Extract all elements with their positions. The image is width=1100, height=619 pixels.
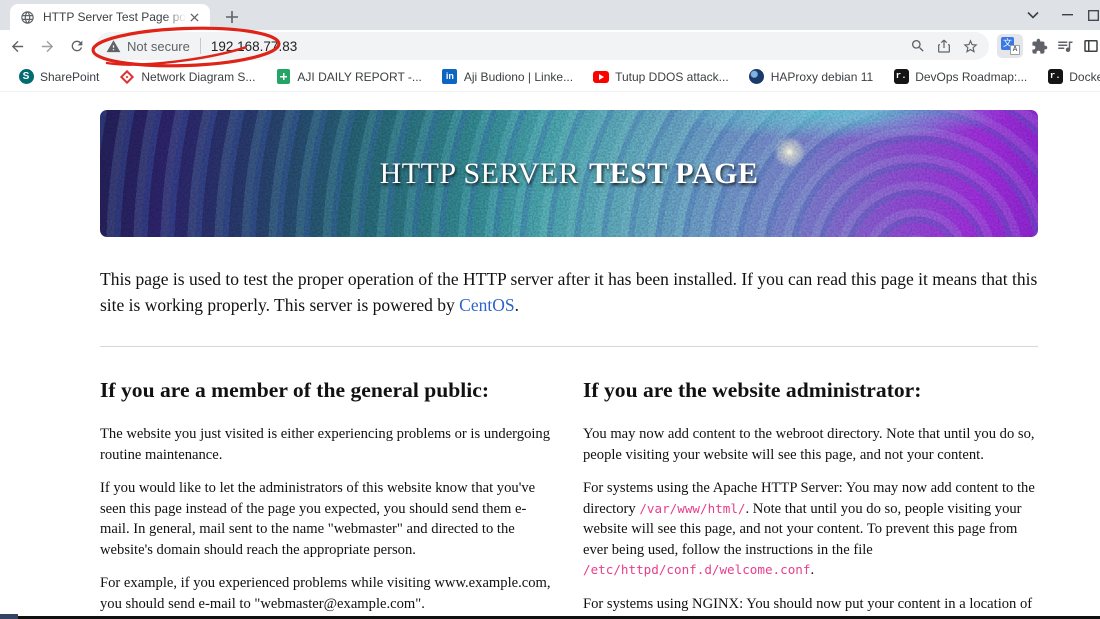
right-column-heading: If you are the website administrator: [583,378,922,402]
bookmarks-bar: S SharePoint Network Diagram S... AJI DA… [0,62,1100,92]
new-tab-button[interactable] [222,7,242,27]
page-content: HTTP SERVER TEST PAGE This page is used … [0,92,1100,616]
tab-title: HTTP Server Test Page powered [43,10,186,24]
banner-title: HTTP SERVER TEST PAGE [379,156,759,190]
active-tab[interactable]: HTTP Server Test Page powered [10,4,210,30]
roadmap-icon: r. [1047,69,1063,85]
extensions-area: 文 A [997,34,1100,58]
tab-close-icon[interactable] [186,9,202,25]
omnibox-divider [199,38,201,54]
general-public-column: If you are a member of the general publi… [100,377,555,616]
left-paragraph-1: The website you just visited is either e… [100,426,551,463]
site-security-chip[interactable]: Not secure [106,39,190,54]
code-path-welcome-conf: /etc/httpd/conf.d/welcome.conf [583,562,811,577]
roadmap-icon: r. [893,69,909,85]
administrator-column: If you are the website administrator: Yo… [583,377,1038,616]
browser-window: HTTP Server Test Page powered [0,0,1100,619]
forward-button[interactable] [34,33,60,59]
url-text: 192.168.77.83 [210,38,298,54]
diagram-icon [119,69,135,85]
minimize-button[interactable] [1050,0,1084,30]
bookmark-sharepoint[interactable]: S SharePoint [10,66,107,88]
intro-paragraph: This page is used to test the proper ope… [100,269,1038,315]
taskbar-edge-fragment [0,614,18,619]
left-paragraph-2: If you would like to let the administrat… [100,480,536,558]
bookmark-star-icon[interactable] [962,38,979,55]
bookmark-linkedin[interactable]: in Aji Budiono | Linke... [434,66,581,88]
google-translate-icon[interactable]: 文 A [997,34,1023,58]
right-paragraph-apache: For systems using the Apache HTTP Server… [583,480,1035,578]
address-bar[interactable]: Not secure 192.168.77.83 [96,32,989,60]
tab-strip: HTTP Server Test Page powered [0,0,1100,30]
side-search-icon[interactable] [910,38,926,54]
bookmark-devops-roadmap[interactable]: r. DevOps Roadmap:... [885,66,1035,88]
bookmark-network-diagram[interactable]: Network Diagram S... [111,66,263,88]
sheets-icon [275,69,291,85]
media-queue-icon[interactable] [1056,37,1074,55]
code-path-var-www: /var/www/html/ [639,500,746,516]
bookmark-youtube[interactable]: Tutup DDOS attack... [585,66,737,88]
left-paragraph-3: For example, if you experienced problems… [100,575,551,612]
bookmark-daily-report[interactable]: AJI DAILY REPORT -... [267,66,429,88]
divider [100,346,1038,347]
maximize-button[interactable] [1084,0,1100,30]
tab-search-chevron-icon[interactable] [1016,0,1050,30]
globe-favicon-icon [20,10,35,25]
sharepoint-icon: S [18,69,34,85]
test-page-banner: HTTP SERVER TEST PAGE [100,110,1038,237]
back-button[interactable] [4,33,30,59]
security-chip-label: Not secure [127,38,190,54]
right-paragraph-nginx: For systems using NGINX: You should now … [583,595,1033,612]
side-panel-icon[interactable] [1082,37,1100,55]
reload-button[interactable] [64,33,90,59]
left-column-heading: If you are a member of the general publi… [100,378,490,402]
linkedin-icon: in [442,69,458,85]
bookmark-haproxy[interactable]: HAProxy debian 11 [741,66,882,88]
extensions-puzzle-icon[interactable] [1031,38,1048,55]
centos-link[interactable]: CentOS [459,295,514,315]
window-controls [1016,0,1100,30]
haproxy-icon [749,69,765,85]
translate-white-glyph: A [1010,45,1020,55]
toolbar: Not secure 192.168.77.83 文 A [0,30,1100,62]
bookmark-docker-roadmap[interactable]: r. Docker Roadmap -... [1039,66,1100,88]
right-paragraph-1: You may now add content to the webroot d… [583,426,1035,463]
youtube-icon [593,69,610,85]
warning-icon [106,39,121,54]
share-icon[interactable] [936,38,952,54]
